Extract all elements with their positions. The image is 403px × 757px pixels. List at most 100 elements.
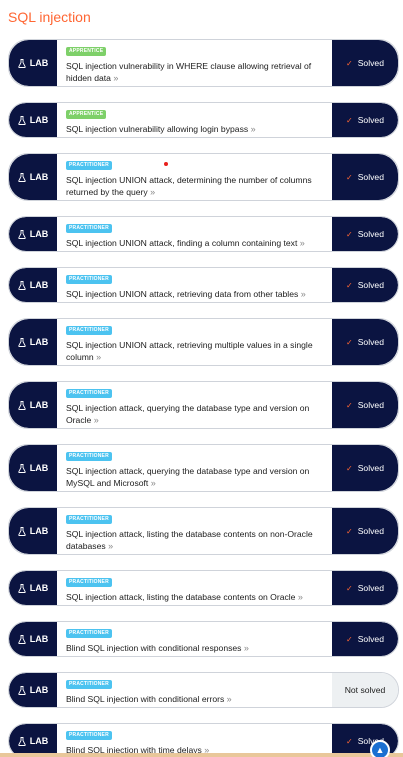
status-badge: ✓ Solved	[332, 217, 398, 251]
status-label: Solved	[357, 172, 384, 182]
flask-icon	[18, 280, 26, 290]
check-icon: ✓	[346, 172, 353, 182]
double-chevron-right-icon: »	[108, 541, 114, 551]
check-icon: ✓	[346, 634, 353, 644]
bottom-bar	[0, 753, 403, 757]
lab-label: LAB	[29, 736, 49, 746]
lab-row[interactable]: LAB PRACTITIONER SQL injection attack, que…	[8, 444, 399, 492]
lab-name: SQL injection attack, querying the datab…	[66, 466, 310, 488]
lab-row[interactable]: LAB PRACTITIONER SQL injection attack, lis…	[8, 507, 399, 555]
check-icon: ✓	[346, 736, 353, 746]
level-badge: PRACTITIONER	[66, 275, 112, 284]
lab-row[interactable]: LAB PRACTITIONER SQL injection UNION attac…	[8, 318, 399, 366]
section-title: SQL injection	[8, 9, 91, 25]
status-label: Solved	[357, 337, 384, 347]
level-badge: PRACTITIONER	[66, 452, 112, 461]
lab-name: SQL injection UNION attack, retrieving d…	[66, 289, 299, 299]
status-badge: ✓ Solved	[332, 103, 398, 137]
flask-icon	[18, 115, 26, 125]
status-badge: ✓ Solved	[332, 154, 398, 200]
flask-icon	[18, 463, 26, 473]
status-badge: ✓ Solved	[332, 382, 398, 428]
check-icon: ✓	[346, 229, 353, 239]
arrow-up-icon[interactable]: ▲	[370, 740, 390, 757]
lab-label: LAB	[29, 400, 49, 410]
lab-name-link[interactable]: SQL injection attack, listing the databa…	[66, 591, 324, 603]
lab-row[interactable]: LAB PRACTITIONER SQL injection UNION attac…	[8, 153, 399, 201]
level-badge: PRACTITIONER	[66, 680, 112, 689]
lab-name-link[interactable]: SQL injection attack, listing the databa…	[66, 528, 324, 552]
lab-row[interactable]: LAB PRACTITIONER Blind SQL injection with …	[8, 621, 399, 657]
lab-badge: LAB	[9, 40, 57, 86]
lab-name: SQL injection UNION attack, determining …	[66, 175, 312, 197]
lab-badge: LAB	[9, 154, 57, 200]
lab-row[interactable]: LAB APPRENTICE SQL injection vulnerability…	[8, 102, 399, 138]
lab-badge: LAB	[9, 268, 57, 302]
lab-name: SQL injection vulnerability allowing log…	[66, 124, 249, 134]
flask-icon	[18, 634, 26, 644]
lab-row[interactable]: LAB PRACTITIONER SQL injection UNION attac…	[8, 216, 399, 252]
lab-name-link[interactable]: SQL injection attack, querying the datab…	[66, 465, 324, 489]
lab-name: SQL injection vulnerability in WHERE cla…	[66, 61, 312, 83]
lab-name-link[interactable]: SQL injection UNION attack, determining …	[66, 174, 324, 198]
lab-name-link[interactable]: SQL injection UNION attack, retrieving m…	[66, 339, 324, 363]
lab-name: SQL injection UNION attack, retrieving m…	[66, 340, 313, 362]
lab-row[interactable]: LAB PRACTITIONER Blind SQL injection with …	[8, 672, 399, 708]
level-badge: PRACTITIONER	[66, 161, 112, 170]
level-badge: PRACTITIONER	[66, 578, 112, 587]
lab-list: LAB APPRENTICE SQL injection vulnerability…	[8, 39, 399, 757]
status-badge: ✓ Solved	[332, 445, 398, 491]
lab-label: LAB	[29, 526, 49, 536]
lab-name: SQL injection attack, querying the datab…	[66, 403, 310, 425]
lab-badge: LAB	[9, 673, 57, 707]
status-label: Solved	[357, 634, 384, 644]
double-chevron-right-icon: »	[113, 73, 119, 83]
double-chevron-right-icon: »	[250, 124, 256, 134]
status-label: Solved	[357, 400, 384, 410]
lab-name: SQL injection attack, listing the databa…	[66, 529, 313, 551]
status-label: Solved	[357, 229, 384, 239]
lab-name-link[interactable]: SQL injection attack, querying the datab…	[66, 402, 324, 426]
lab-label: LAB	[29, 280, 49, 290]
lab-row[interactable]: LAB PRACTITIONER Blind SQL injection with …	[8, 723, 399, 757]
level-badge: PRACTITIONER	[66, 731, 112, 740]
lab-label: LAB	[29, 172, 49, 182]
check-icon: ✓	[346, 58, 353, 68]
level-badge: PRACTITIONER	[66, 389, 112, 398]
double-chevron-right-icon: »	[96, 352, 102, 362]
lab-row[interactable]: LAB PRACTITIONER SQL injection attack, que…	[8, 381, 399, 429]
status-badge: Not solved	[332, 673, 398, 707]
lab-name: Blind SQL injection with conditional err…	[66, 694, 225, 704]
lab-name-link[interactable]: SQL injection UNION attack, finding a co…	[66, 237, 324, 249]
flask-icon	[18, 526, 26, 536]
lab-label: LAB	[29, 634, 49, 644]
lab-name: Blind SQL injection with conditional res…	[66, 643, 242, 653]
check-icon: ✓	[346, 280, 353, 290]
level-badge: APPRENTICE	[66, 47, 107, 56]
level-badge: APPRENTICE	[66, 110, 107, 119]
double-chevron-right-icon: »	[297, 592, 303, 602]
lab-name-link[interactable]: SQL injection vulnerability in WHERE cla…	[66, 60, 324, 84]
lab-label: LAB	[29, 583, 49, 593]
double-chevron-right-icon: »	[150, 478, 156, 488]
lab-name-link[interactable]: Blind SQL injection with conditional res…	[66, 642, 324, 654]
lab-row[interactable]: LAB APPRENTICE SQL injection vulnerability…	[8, 39, 399, 87]
cursor-dot	[164, 162, 168, 166]
status-badge: ✓ Solved	[332, 571, 398, 605]
double-chevron-right-icon: »	[93, 415, 99, 425]
lab-name-link[interactable]: SQL injection UNION attack, retrieving d…	[66, 288, 324, 300]
lab-row[interactable]: LAB PRACTITIONER SQL injection attack, lis…	[8, 570, 399, 606]
lab-name-link[interactable]: SQL injection vulnerability allowing log…	[66, 123, 324, 135]
status-badge: ✓ Solved	[332, 268, 398, 302]
check-icon: ✓	[346, 337, 353, 347]
check-icon: ✓	[346, 400, 353, 410]
flask-icon	[18, 229, 26, 239]
lab-badge: LAB	[9, 319, 57, 365]
lab-badge: LAB	[9, 382, 57, 428]
check-icon: ✓	[346, 115, 353, 125]
check-icon: ✓	[346, 583, 353, 593]
lab-row[interactable]: LAB PRACTITIONER SQL injection UNION attac…	[8, 267, 399, 303]
lab-name-link[interactable]: Blind SQL injection with conditional err…	[66, 693, 324, 705]
lab-badge: LAB	[9, 217, 57, 251]
status-badge: ✓ Solved	[332, 319, 398, 365]
